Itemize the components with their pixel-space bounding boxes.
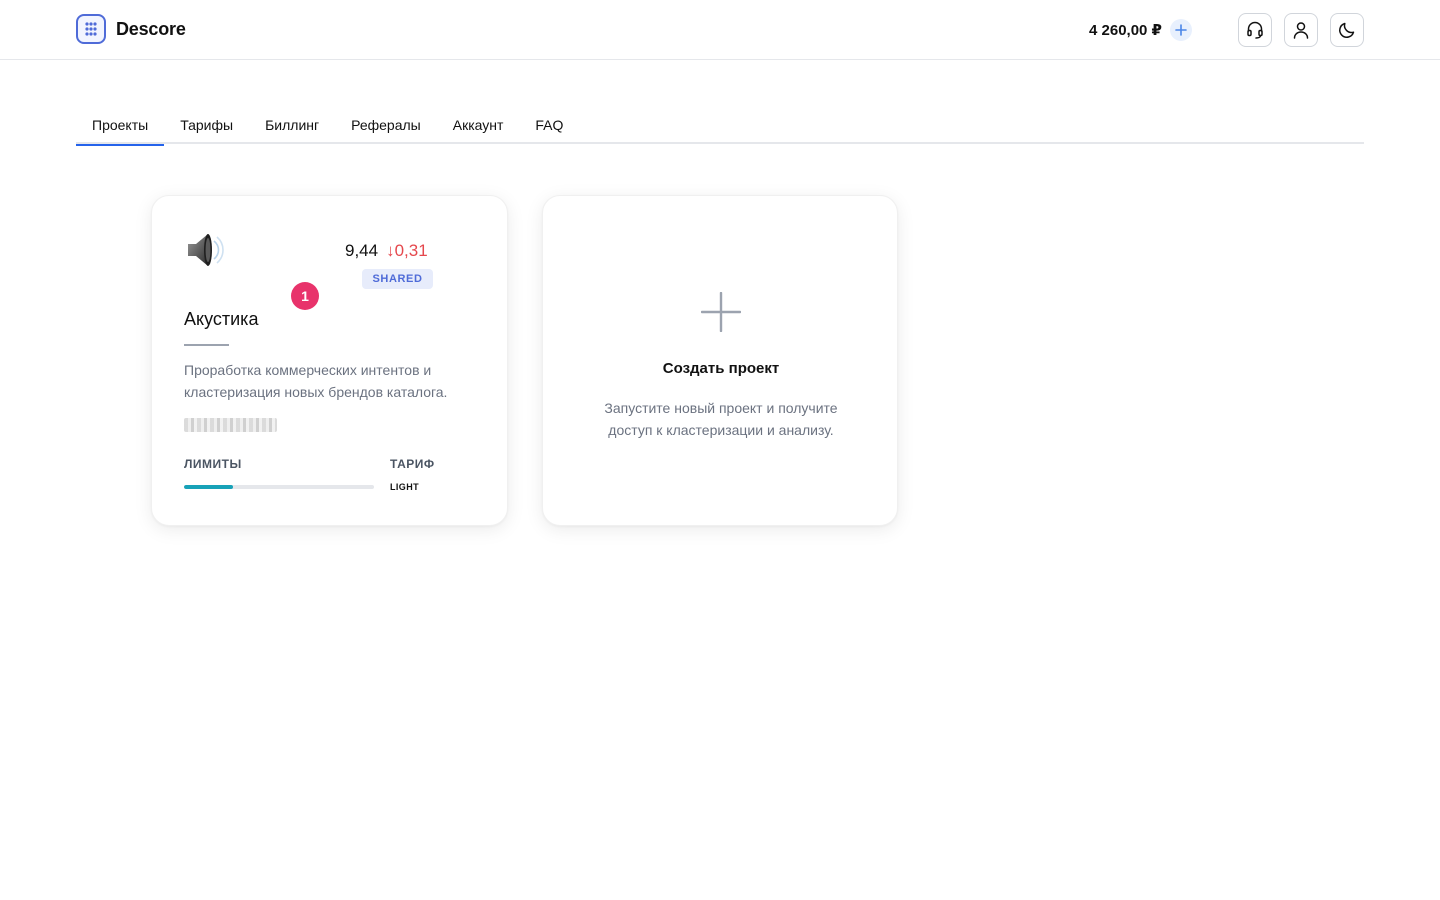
balance-value: 4 260,00 ₽ (1089, 22, 1162, 39)
limits-progress-bar (184, 485, 374, 489)
tab-faq[interactable]: FAQ (519, 106, 579, 144)
tab-billing[interactable]: Биллинг (249, 106, 335, 144)
plus-icon (1175, 24, 1187, 36)
logo[interactable]: Descore (76, 14, 186, 44)
moon-icon (1339, 22, 1355, 38)
metric-value: 9,44 (345, 241, 379, 260)
tab-referrals[interactable]: Рефералы (335, 106, 437, 144)
tab-tariffs[interactable]: Тарифы (164, 106, 249, 144)
plan-label: ТАРИФ (390, 457, 435, 471)
create-project-description: Запустите новый проект и получите доступ… (604, 400, 838, 438)
shared-badge: SHARED (362, 269, 433, 289)
create-project-title: Создать проект (662, 360, 780, 377)
grid-dots-icon (76, 14, 106, 44)
headset-icon (1247, 21, 1263, 39)
create-project-card[interactable]: Создать проект Запустите новый проект и … (542, 195, 898, 526)
support-button[interactable] (1238, 13, 1272, 47)
project-description: Проработка коммерческих интентов и класт… (184, 362, 448, 400)
balance: 4 260,00 ₽ (1089, 19, 1192, 41)
limits-label: ЛИМИТЫ (184, 457, 242, 471)
notification-badge: 1 (291, 282, 319, 310)
project-card[interactable]: 9,44 ↓0,31 SHARED 1 Акустика Проработка … (151, 195, 508, 526)
tab-account[interactable]: Аккаунт (437, 106, 520, 144)
limits-progress-fill (184, 485, 234, 489)
speaker-icon (188, 234, 224, 266)
app-name: Descore (116, 18, 186, 39)
plus-icon (701, 292, 741, 332)
redacted-project-id (184, 418, 277, 432)
project-name: Акустика (184, 309, 259, 329)
top-up-button[interactable] (1170, 19, 1192, 41)
project-metric: 9,44 ↓0,31 (345, 241, 428, 261)
theme-toggle-button[interactable] (1330, 13, 1364, 47)
user-icon (1293, 22, 1309, 39)
divider (184, 344, 229, 346)
top-header: Descore 4 260,00 ₽ (0, 0, 1440, 60)
metric-delta: ↓0,31 (386, 241, 428, 260)
account-button[interactable] (1284, 13, 1318, 47)
plan-value: LIGHT (390, 482, 419, 492)
main-tabs: Проекты Тарифы Биллинг Рефералы Аккаунт … (76, 106, 1364, 146)
tab-projects[interactable]: Проекты (76, 106, 165, 146)
